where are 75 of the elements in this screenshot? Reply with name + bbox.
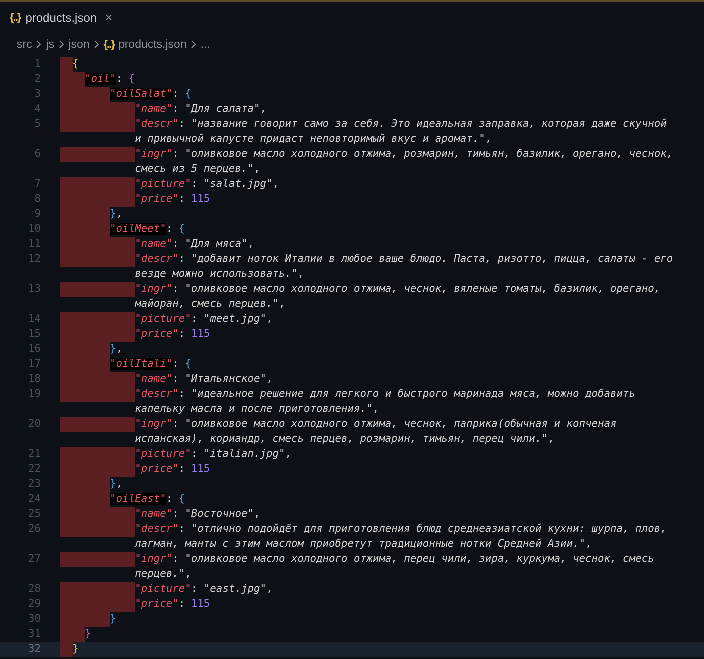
code-line: "picture": "italian.jpg", [135, 447, 292, 462]
code-line: "ingr": "оливковое масло холодного отжима, розмарин, тимьян, базилик, орегано, чеснок, смесь из 5 перцев.", [135, 147, 674, 177]
line-number: 18 [27, 372, 42, 387]
breadcrumb-item[interactable]: json [68, 38, 90, 50]
close-icon[interactable]: × [105, 10, 113, 25]
line-number: 28 [27, 582, 42, 597]
line-number: 22 [27, 462, 42, 477]
line-number: 2 [34, 72, 42, 87]
code-line: "ingr": "оливковое масло холодного отжима, чеснок, вяленые томаты, базилик, орегано, майоран, смесь перцев.", [135, 282, 662, 312]
code-line: }, [110, 477, 123, 492]
line-number: 29 [27, 597, 42, 612]
line-number: 27 [27, 552, 42, 567]
line-number: 7 [34, 177, 42, 192]
code-line: "oilEast": { [110, 492, 186, 507]
code-line: }, [110, 342, 123, 357]
chevron-icon [190, 40, 197, 49]
code-line: "name": "Для салата", [135, 102, 266, 117]
line-number: 15 [27, 327, 42, 342]
code-line: "picture": "east.jpg", [135, 582, 273, 597]
code-line: "descr": "название говорит само за себя. Это идеальная заправка, которая даже скучной и привычной капусте придаст неповторимый вкус и аромат.", [135, 117, 668, 147]
line-number: 30 [27, 612, 42, 627]
line-number: 8 [34, 192, 42, 207]
breadcrumb-item[interactable]: src [17, 38, 32, 50]
line-number: 1 [34, 57, 42, 72]
code-line: } [110, 612, 116, 627]
line-number: 16 [27, 342, 42, 357]
line-number: 19 [27, 387, 42, 402]
line-number: 9 [34, 207, 42, 222]
code-line: "name": "Итальянское", [135, 372, 273, 387]
line-number: 31 [27, 627, 42, 642]
line-number: 4 [34, 102, 42, 117]
code-line: "price": 115 [135, 597, 210, 612]
code-line: "descr": "идеальное решение для легкого и быстрого маринада мяса, можно добавить капельку масла и после приготовления.", [135, 387, 637, 417]
line-number: 25 [27, 507, 42, 522]
breadcrumb-item[interactable]: products.json [118, 38, 187, 50]
line-number: 32 [27, 642, 42, 657]
line-number: 14 [27, 312, 42, 327]
code-line: "price": 115 [135, 192, 210, 207]
line-number: 3 [34, 87, 42, 102]
line-number: 5 [34, 117, 42, 132]
breadcrumb-item[interactable]: ... [200, 38, 210, 50]
code-line: { [72, 57, 79, 72]
code-line: "price": 115 [135, 327, 210, 342]
code-line: "ingr": "оливковое масло холодного отжима, перец чили, зира, куркума, чеснок, смесь перцев.", [135, 552, 656, 582]
code-line: } [72, 642, 79, 657]
line-number: 11 [27, 237, 42, 252]
line-number: 10 [27, 222, 42, 237]
code-line: "name": "Восточное", [135, 507, 260, 522]
line-number: 21 [27, 447, 42, 462]
code-line: "descr": "отлично подойдёт для приготовления блюд среднеазиатской кухни: шурпа, плов, лагман, манты с этим маслом приобретут традиционные нотки Средней Азии.", [135, 522, 668, 552]
code-line: "price": 115 [135, 462, 210, 477]
line-number: 24 [27, 492, 42, 507]
line-number: 6 [34, 147, 42, 162]
line-number: 12 [27, 252, 42, 267]
code-line: "picture": "salat.jpg", [135, 177, 280, 192]
code-line: "descr": "добавит ноток Италии в любое ваше блюдо. Паста, ризотто, пицца, салаты - его везде можно использовать.", [135, 252, 674, 282]
line-number: 13 [27, 282, 42, 297]
code-line: } [85, 627, 92, 642]
code-line: "oil": { [85, 72, 136, 87]
json-file-icon: {..} [104, 38, 114, 50]
line-number: 23 [27, 477, 42, 492]
code-line: "oilItali": { [110, 357, 192, 372]
code-line: "oilSalat": { [110, 87, 192, 102]
breadcrumb-item[interactable]: js [46, 38, 55, 50]
line-number: 17 [27, 357, 42, 372]
code-line: }, [110, 207, 123, 222]
line-number: 20 [27, 417, 42, 432]
code-line: "name": "Для мяса", [135, 237, 254, 252]
code-line: "ingr": "оливковое масло холодного отжима, чеснок, паприка(обычная и копченая испанская), кориандр, смесь перцев, розмарин, тимьян, перец чили.", [135, 417, 618, 447]
chevron-icon [36, 40, 42, 49]
chevron-icon [58, 40, 65, 49]
line-number: 26 [27, 522, 42, 537]
code-line: "oilMeet": { [110, 222, 186, 237]
chevron-icon [94, 40, 100, 49]
code-line: "picture": "meet.jpg", [135, 312, 273, 327]
